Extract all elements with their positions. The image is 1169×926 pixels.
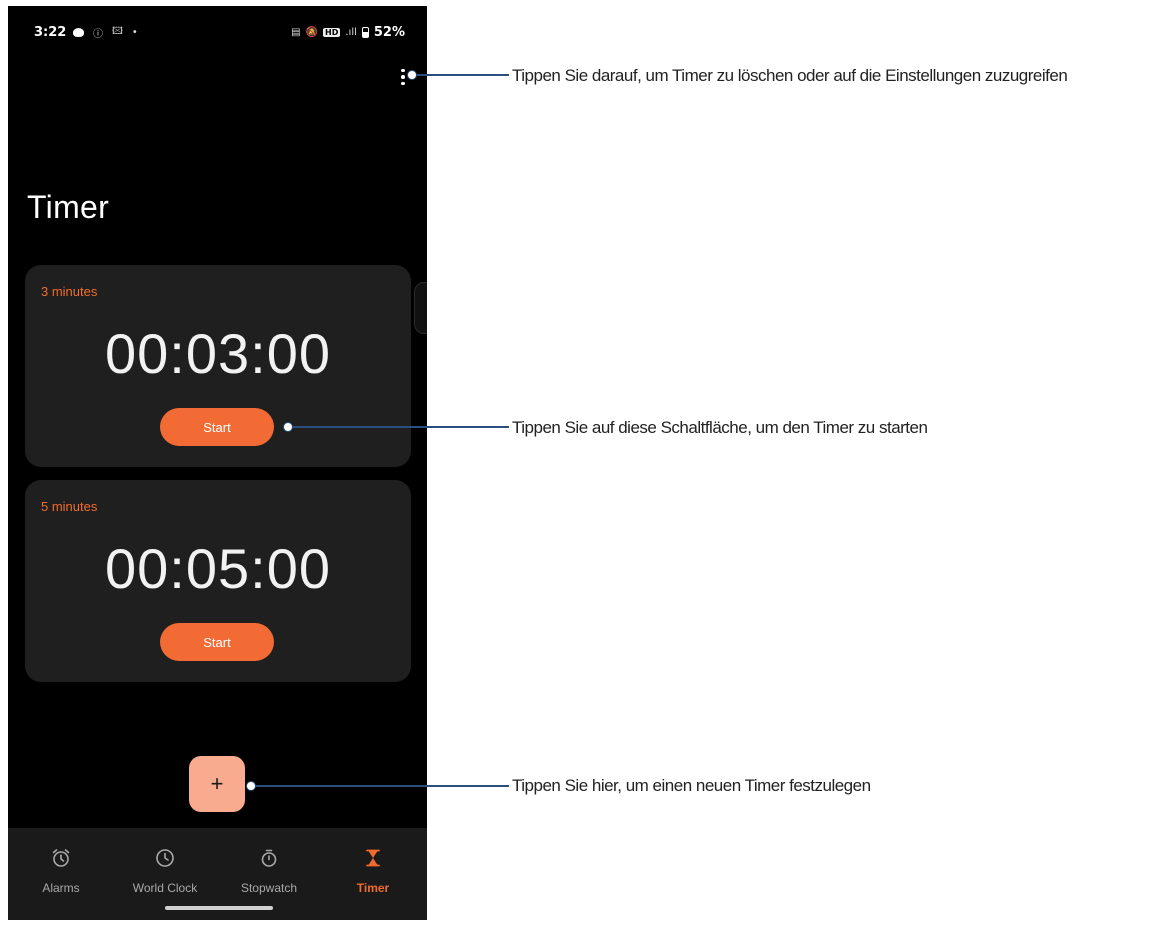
- home-indicator[interactable]: [165, 906, 273, 910]
- hourglass-icon: [321, 848, 425, 870]
- callout-line: [256, 785, 509, 787]
- status-right-icons: ▤ 🔕 HD .ıll 52%: [291, 25, 405, 40]
- nav-label: World Clock: [132, 881, 198, 895]
- phone-screen: 3:22 ⓘ 🖾 • ▤ 🔕 HD .ıll 52% Timer 3 minut…: [8, 6, 427, 920]
- callout-add-text: Tippen Sie hier, um einen neuen Timer fe…: [512, 776, 871, 795]
- alarm-clock-icon: [9, 848, 113, 870]
- signal-icon: .ıll: [345, 27, 357, 38]
- bottom-navigation: Alarms World Clock Stopwatch Timer: [8, 828, 427, 920]
- plus-icon: +: [210, 771, 224, 796]
- nav-item-timer[interactable]: Timer: [321, 828, 425, 908]
- stopwatch-icon: [217, 848, 321, 870]
- timer-card-3min[interactable]: 3 minutes 00:03:00 Start: [25, 265, 411, 467]
- nav-label: Stopwatch: [240, 881, 298, 895]
- status-left-icons: ⓘ 🖾 •: [73, 24, 138, 41]
- status-bar: 3:22 ⓘ 🖾 • ▤ 🔕 HD .ıll 52%: [8, 6, 427, 58]
- image-icon: 🖾: [112, 26, 123, 37]
- callout-start-text: Tippen Sie auf diese Schaltfläche, um de…: [512, 418, 928, 437]
- next-page-peek: [414, 282, 427, 334]
- callout-menu-text: Tippen Sie darauf, um Timer zu löschen o…: [512, 66, 1068, 85]
- callout-dot: [246, 781, 256, 791]
- info-icon: ⓘ: [93, 29, 103, 40]
- nav-item-alarms[interactable]: Alarms: [9, 828, 113, 908]
- timer-label: 3 minutes: [41, 284, 98, 299]
- status-time: 3:22: [34, 25, 67, 40]
- nav-label: Timer: [356, 881, 390, 895]
- callout-line: [417, 74, 509, 76]
- start-button[interactable]: Start: [160, 408, 274, 446]
- mute-icon: 🔕: [305, 27, 319, 38]
- page-title: Timer: [27, 189, 110, 225]
- start-button[interactable]: Start: [160, 623, 274, 661]
- nav-item-world-clock[interactable]: World Clock: [113, 828, 217, 908]
- battery-icon: [361, 27, 369, 38]
- dot-icon: •: [131, 27, 138, 38]
- battery-percent: 52%: [373, 25, 405, 40]
- callout-dot: [283, 422, 293, 432]
- hd-icon: HD: [323, 28, 341, 37]
- timer-time: 00:03:00: [105, 322, 331, 385]
- timer-label: 5 minutes: [41, 499, 98, 514]
- vibrate-icon: ▤: [291, 27, 301, 38]
- timer-time: 00:05:00: [105, 537, 331, 600]
- nav-item-stopwatch[interactable]: Stopwatch: [217, 828, 321, 908]
- nav-label: Alarms: [42, 881, 80, 895]
- clock-icon: [113, 848, 217, 870]
- callout-line: [293, 426, 509, 428]
- message-icon: [73, 28, 84, 37]
- timer-card-5min[interactable]: 5 minutes 00:05:00 Start: [25, 480, 411, 682]
- callout-dot: [407, 70, 417, 80]
- add-timer-button[interactable]: +: [189, 756, 245, 812]
